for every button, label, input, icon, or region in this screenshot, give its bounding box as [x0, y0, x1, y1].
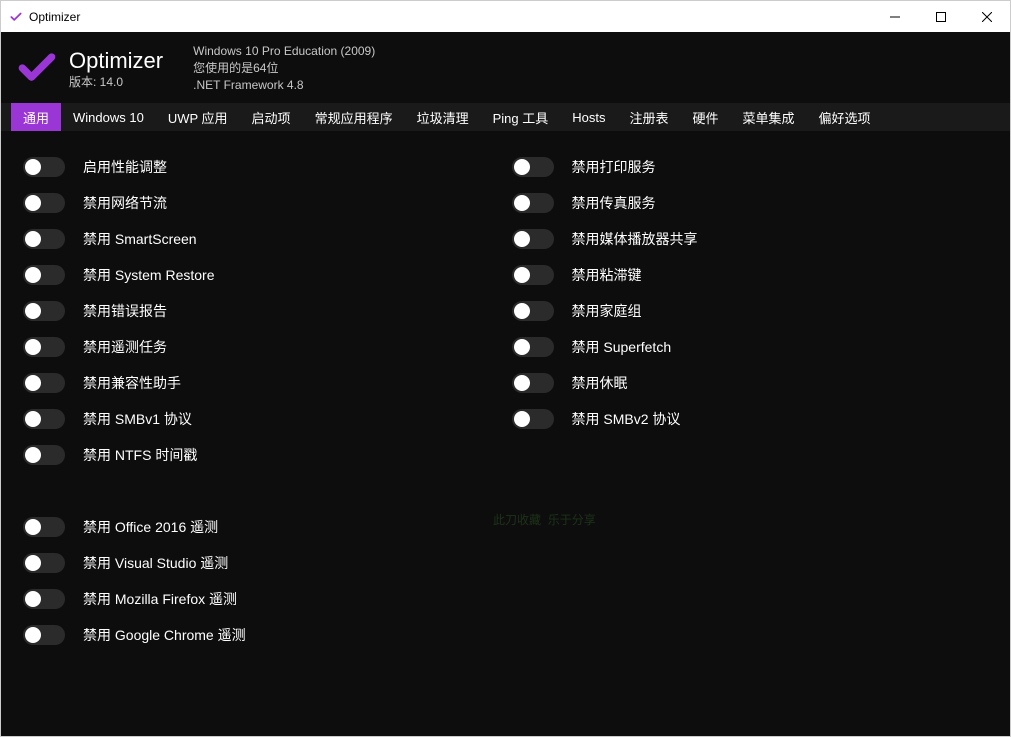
- right-column: 禁用打印服务禁用传真服务禁用媒体播放器共享禁用粘滞键禁用家庭组禁用 Superf…: [512, 149, 1001, 726]
- maximize-button[interactable]: [918, 1, 964, 32]
- content-panel: 启用性能调整禁用网络节流禁用 SmartScreen 禁用 System Rest…: [1, 131, 1010, 736]
- left-extra-toggle-2[interactable]: [23, 589, 65, 609]
- left-toggle-5[interactable]: [23, 337, 65, 357]
- left-extra-label-0: 禁用 Office 2016 遥测: [83, 517, 218, 537]
- right-row-2: 禁用媒体播放器共享: [512, 221, 1001, 257]
- right-row-5: 禁用 Superfetch: [512, 329, 1001, 365]
- logo-checkmark-icon: [15, 46, 59, 95]
- left-row-3: 禁用 System Restore: [23, 257, 512, 293]
- right-row-4: 禁用家庭组: [512, 293, 1001, 329]
- arch-line: 您使用的是64位: [193, 60, 375, 77]
- net-line: .NET Framework 4.8: [193, 77, 375, 94]
- left-row-5: 禁用遥测任务: [23, 329, 512, 365]
- spacer: [23, 473, 512, 509]
- minimize-button[interactable]: [872, 1, 918, 32]
- right-toggle-2[interactable]: [512, 229, 554, 249]
- left-label-7: 禁用 SMBv1 协议: [83, 409, 192, 429]
- tab-0[interactable]: 通用: [11, 103, 61, 131]
- left-toggle-1[interactable]: [23, 193, 65, 213]
- left-toggle-4[interactable]: [23, 301, 65, 321]
- left-toggle-6[interactable]: [23, 373, 65, 393]
- left-row-0: 启用性能调整: [23, 149, 512, 185]
- left-label-2: 禁用 SmartScreen: [83, 229, 197, 249]
- tab-10[interactable]: 菜单集成: [731, 103, 807, 131]
- left-label-8: 禁用 NTFS 时间戳: [83, 445, 197, 465]
- left-toggle-3[interactable]: [23, 265, 65, 285]
- system-info: Windows 10 Pro Education (2009) 您使用的是64位…: [193, 43, 375, 93]
- left-extra-row-0: 禁用 Office 2016 遥测: [23, 509, 512, 545]
- left-label-5: 禁用遥测任务: [83, 337, 167, 357]
- right-row-3: 禁用粘滞键: [512, 257, 1001, 293]
- right-toggle-4[interactable]: [512, 301, 554, 321]
- left-extra-label-2: 禁用 Mozilla Firefox 遥测: [83, 589, 237, 609]
- left-label-0: 启用性能调整: [83, 157, 167, 177]
- left-extra-row-2: 禁用 Mozilla Firefox 遥测: [23, 581, 512, 617]
- right-row-1: 禁用传真服务: [512, 185, 1001, 221]
- left-label-4: 禁用错误报告: [83, 301, 167, 321]
- tab-6[interactable]: Ping 工具: [481, 103, 561, 131]
- right-toggle-3[interactable]: [512, 265, 554, 285]
- tab-bar: 通用Windows 10UWP 应用启动项常规应用程序垃圾清理Ping 工具Ho…: [1, 103, 1010, 131]
- titlebar: Optimizer: [1, 1, 1010, 32]
- window-title: Optimizer: [29, 10, 80, 24]
- left-extra-label-3: 禁用 Google Chrome 遥测: [83, 625, 246, 645]
- left-row-1: 禁用网络节流: [23, 185, 512, 221]
- right-row-6: 禁用休眠: [512, 365, 1001, 401]
- left-extra-row-3: 禁用 Google Chrome 遥测: [23, 617, 512, 653]
- close-button[interactable]: [964, 1, 1010, 32]
- tab-5[interactable]: 垃圾清理: [405, 103, 481, 131]
- header: Optimizer 版本: 14.0 Windows 10 Pro Educat…: [1, 32, 1010, 103]
- left-extra-row-1: 禁用 Visual Studio 遥测: [23, 545, 512, 581]
- tab-11[interactable]: 偏好选项: [807, 103, 883, 131]
- right-toggle-5[interactable]: [512, 337, 554, 357]
- left-row-4: 禁用错误报告: [23, 293, 512, 329]
- left-row-8: 禁用 NTFS 时间戳: [23, 437, 512, 473]
- right-label-5: 禁用 Superfetch: [572, 337, 672, 357]
- right-toggle-7[interactable]: [512, 409, 554, 429]
- right-label-2: 禁用媒体播放器共享: [572, 229, 698, 249]
- tab-8[interactable]: 注册表: [617, 103, 680, 131]
- tab-4[interactable]: 常规应用程序: [303, 103, 405, 131]
- left-extra-toggle-1[interactable]: [23, 553, 65, 573]
- right-toggle-1[interactable]: [512, 193, 554, 213]
- right-label-1: 禁用传真服务: [572, 193, 656, 213]
- tab-3[interactable]: 启动项: [240, 103, 303, 131]
- left-toggle-0[interactable]: [23, 157, 65, 177]
- os-line: Windows 10 Pro Education (2009): [193, 43, 375, 60]
- left-label-1: 禁用网络节流: [83, 193, 167, 213]
- left-row-7: 禁用 SMBv1 协议: [23, 401, 512, 437]
- right-toggle-6[interactable]: [512, 373, 554, 393]
- right-label-3: 禁用粘滞键: [572, 265, 642, 285]
- left-extra-toggle-0[interactable]: [23, 517, 65, 537]
- left-row-6: 禁用兼容性助手: [23, 365, 512, 401]
- right-label-7: 禁用 SMBv2 协议: [572, 409, 681, 429]
- app-version: 版本: 14.0: [69, 75, 163, 90]
- app-title: Optimizer: [69, 47, 163, 75]
- left-label-3: 禁用 System Restore: [83, 265, 214, 285]
- right-label-4: 禁用家庭组: [572, 301, 642, 321]
- right-row-7: 禁用 SMBv2 协议: [512, 401, 1001, 437]
- tab-2[interactable]: UWP 应用: [156, 103, 240, 131]
- tab-1[interactable]: Windows 10: [61, 103, 156, 131]
- tab-7[interactable]: Hosts: [560, 103, 617, 131]
- right-label-6: 禁用休眠: [572, 373, 628, 393]
- right-row-0: 禁用打印服务: [512, 149, 1001, 185]
- left-extra-label-1: 禁用 Visual Studio 遥测: [83, 553, 228, 573]
- left-toggle-7[interactable]: [23, 409, 65, 429]
- tab-9[interactable]: 硬件: [680, 103, 730, 131]
- app-icon: [9, 10, 23, 24]
- left-extra-toggle-3[interactable]: [23, 625, 65, 645]
- left-label-6: 禁用兼容性助手: [83, 373, 181, 393]
- left-toggle-2[interactable]: [23, 229, 65, 249]
- left-toggle-8[interactable]: [23, 445, 65, 465]
- left-column: 启用性能调整禁用网络节流禁用 SmartScreen 禁用 System Rest…: [23, 149, 512, 726]
- right-toggle-0[interactable]: [512, 157, 554, 177]
- right-label-0: 禁用打印服务: [572, 157, 656, 177]
- left-row-2: 禁用 SmartScreen: [23, 221, 512, 257]
